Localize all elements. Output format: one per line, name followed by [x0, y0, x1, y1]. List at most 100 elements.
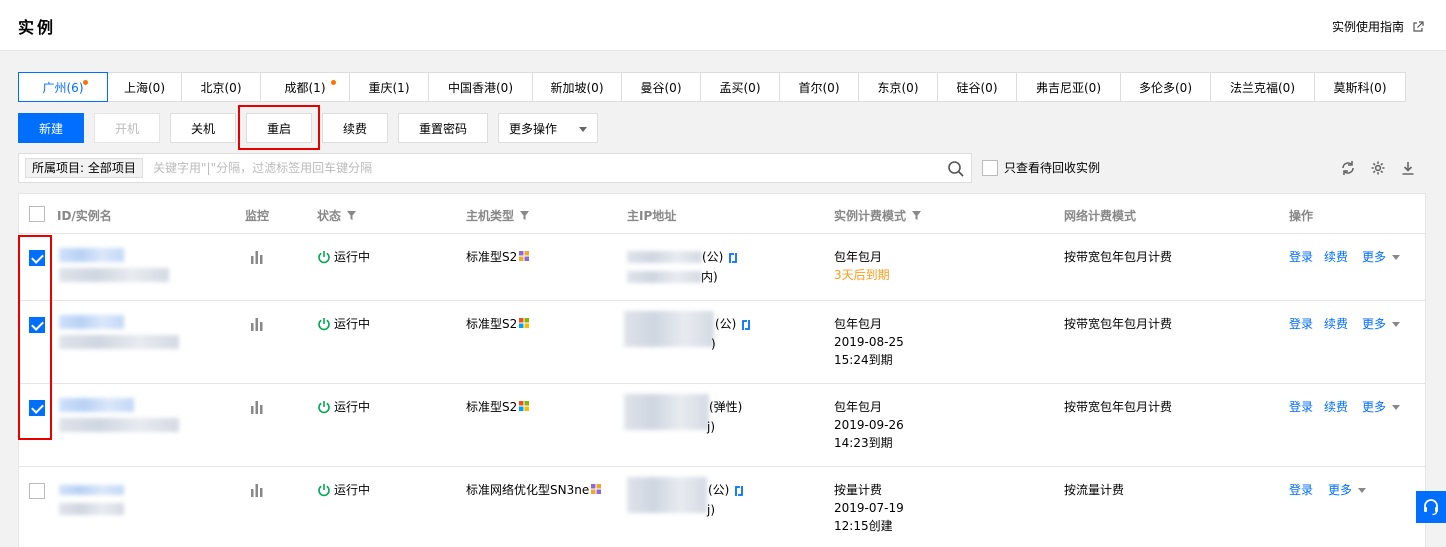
row-checkbox[interactable]	[29, 483, 45, 499]
region-tab-frankfurt[interactable]: 法兰克福(0)	[1210, 72, 1315, 102]
renew-link[interactable]: 续费	[1324, 397, 1348, 417]
region-tab-chengdu[interactable]: 成都(1)	[260, 72, 350, 102]
billing-created-date: 2019-07-19	[834, 501, 904, 515]
renew-link[interactable]: 续费	[1324, 314, 1348, 334]
instance-table: ID/实例名 监控 状态 主机类型 主IP地址 实例计费模式 网络计费模式 操作…	[18, 193, 1426, 547]
col-ops: 操作	[1289, 209, 1314, 223]
start-button[interactable]: 开机	[94, 113, 160, 143]
region-tab-singapore[interactable]: 新加坡(0)	[532, 72, 622, 102]
instance-id-redacted[interactable]	[59, 248, 124, 262]
monitor-chart-icon[interactable]	[249, 317, 265, 331]
status-running: 运行中	[317, 247, 370, 267]
instance-type: 标准网络优化型SN3ne	[466, 480, 602, 500]
ip-public-suffix: (公)	[715, 314, 752, 334]
monitor-chart-icon[interactable]	[249, 400, 265, 414]
select-all-checkbox[interactable]	[29, 206, 45, 222]
linux-os-icon	[591, 484, 602, 494]
region-tabs: 广州(6) 上海(0) 北京(0) 成都(1) 重庆(1) 中国香港(0) 新加…	[18, 72, 1406, 102]
region-tab-mumbai[interactable]: 孟买(0)	[700, 72, 780, 102]
guide-link-label: 实例使用指南	[1331, 20, 1404, 34]
power-icon	[318, 484, 330, 497]
billing-mode: 包年包月	[834, 400, 883, 414]
region-tab-guangzhou[interactable]: 广州(6)	[18, 72, 108, 102]
billing-expiry-time: 14:23到期	[834, 436, 893, 450]
shutdown-button[interactable]: 关机	[170, 113, 236, 143]
instance-name-redacted	[59, 268, 169, 282]
download-icon[interactable]	[1400, 160, 1416, 176]
more-ops-dropdown[interactable]: 更多操作	[498, 113, 598, 143]
region-tab-beijing[interactable]: 北京(0)	[181, 72, 261, 102]
filter-icon[interactable]	[912, 211, 922, 220]
more-dropdown[interactable]: 更多	[1362, 397, 1401, 417]
net-billing-mode: 按带宽包年包月计费	[1064, 317, 1173, 331]
monitor-chart-icon[interactable]	[249, 483, 265, 497]
power-icon	[318, 401, 330, 414]
more-dropdown[interactable]: 更多	[1328, 480, 1367, 500]
instance-type: 标准型S2	[466, 314, 530, 334]
table-row: 运行中 标准网络优化型SN3ne (公) j) 按量计费 2019-07-19 …	[19, 467, 1425, 547]
swap-ip-icon[interactable]	[727, 251, 739, 265]
swap-ip-icon[interactable]	[740, 318, 752, 332]
recycle-filter[interactable]: 只查看待回收实例	[982, 159, 1100, 176]
new-button[interactable]: 新建	[18, 113, 84, 143]
ip-private-suffix: j)	[707, 420, 716, 434]
region-tab-tokyo[interactable]: 东京(0)	[858, 72, 938, 102]
ip-private-suffix: )	[711, 337, 716, 351]
more-ops-label: 更多操作	[509, 121, 558, 136]
login-link[interactable]: 登录	[1289, 480, 1313, 500]
billing-expiry-time: 15:24到期	[834, 353, 893, 367]
notice-dot	[83, 80, 88, 85]
table-row: 运行中 标准型S2 (公) ) 包年包月 2019-08-25 15:24到期 …	[19, 301, 1425, 384]
power-icon	[318, 318, 330, 331]
top-bar: 实例 实例使用指南	[0, 0, 1446, 51]
region-tab-virginia[interactable]: 弗吉尼亚(0)	[1016, 72, 1121, 102]
more-dropdown[interactable]: 更多	[1362, 314, 1401, 334]
search-input[interactable]	[153, 158, 933, 178]
region-tab-shanghai[interactable]: 上海(0)	[107, 72, 182, 102]
login-link[interactable]: 登录	[1289, 314, 1313, 334]
region-tab-moscow[interactable]: 莫斯科(0)	[1314, 72, 1406, 102]
filter-icon[interactable]	[520, 211, 530, 220]
reset-password-button[interactable]: 重置密码	[398, 113, 488, 143]
refresh-icon[interactable]	[1340, 160, 1356, 176]
filter-icon[interactable]	[347, 211, 357, 220]
external-link-icon	[1413, 20, 1424, 32]
gear-icon[interactable]	[1370, 160, 1386, 176]
monitor-chart-icon[interactable]	[249, 250, 265, 264]
status-running: 运行中	[317, 314, 370, 334]
region-tab-seoul[interactable]: 首尔(0)	[779, 72, 859, 102]
net-billing-mode: 按带宽包年包月计费	[1064, 400, 1173, 414]
instance-id-redacted[interactable]	[59, 485, 124, 495]
recycle-checkbox[interactable]	[982, 159, 998, 176]
region-tab-hongkong[interactable]: 中国香港(0)	[428, 72, 533, 102]
ip-private-suffix: 内)	[701, 270, 718, 284]
support-button[interactable]	[1416, 491, 1446, 523]
private-ip-redacted	[627, 271, 702, 283]
login-link[interactable]: 登录	[1289, 397, 1313, 417]
instance-id-redacted[interactable]	[59, 398, 134, 412]
headset-icon	[1424, 499, 1438, 516]
table-header: ID/实例名 监控 状态 主机类型 主IP地址 实例计费模式 网络计费模式 操作	[19, 194, 1425, 234]
col-billing[interactable]: 实例计费模式	[834, 207, 922, 224]
region-tab-bangkok[interactable]: 曼谷(0)	[621, 72, 701, 102]
linux-os-icon	[519, 251, 530, 261]
project-scope-tag[interactable]: 所属项目: 全部项目	[25, 158, 143, 178]
instance-id-redacted[interactable]	[59, 315, 124, 329]
chevron-down-icon	[1392, 404, 1401, 410]
login-link[interactable]: 登录	[1289, 247, 1313, 267]
region-tab-chongqing[interactable]: 重庆(1)	[349, 72, 429, 102]
ip-public-suffix: (公)	[702, 247, 739, 267]
col-status[interactable]: 状态	[317, 207, 357, 224]
renew-button[interactable]: 续费	[322, 113, 388, 143]
region-tab-siliconvalley[interactable]: 硅谷(0)	[937, 72, 1017, 102]
guide-link[interactable]: 实例使用指南	[1332, 18, 1424, 35]
instance-type: 标准型S2	[466, 397, 530, 417]
more-dropdown[interactable]: 更多	[1362, 247, 1401, 267]
col-type[interactable]: 主机类型	[466, 207, 530, 224]
search-icon[interactable]	[947, 160, 965, 178]
renew-link[interactable]: 续费	[1324, 247, 1348, 267]
instance-type: 标准型S2	[466, 247, 530, 267]
swap-ip-icon[interactable]	[733, 484, 745, 498]
region-tab-toronto[interactable]: 多伦多(0)	[1120, 72, 1211, 102]
notice-dot	[331, 80, 336, 85]
